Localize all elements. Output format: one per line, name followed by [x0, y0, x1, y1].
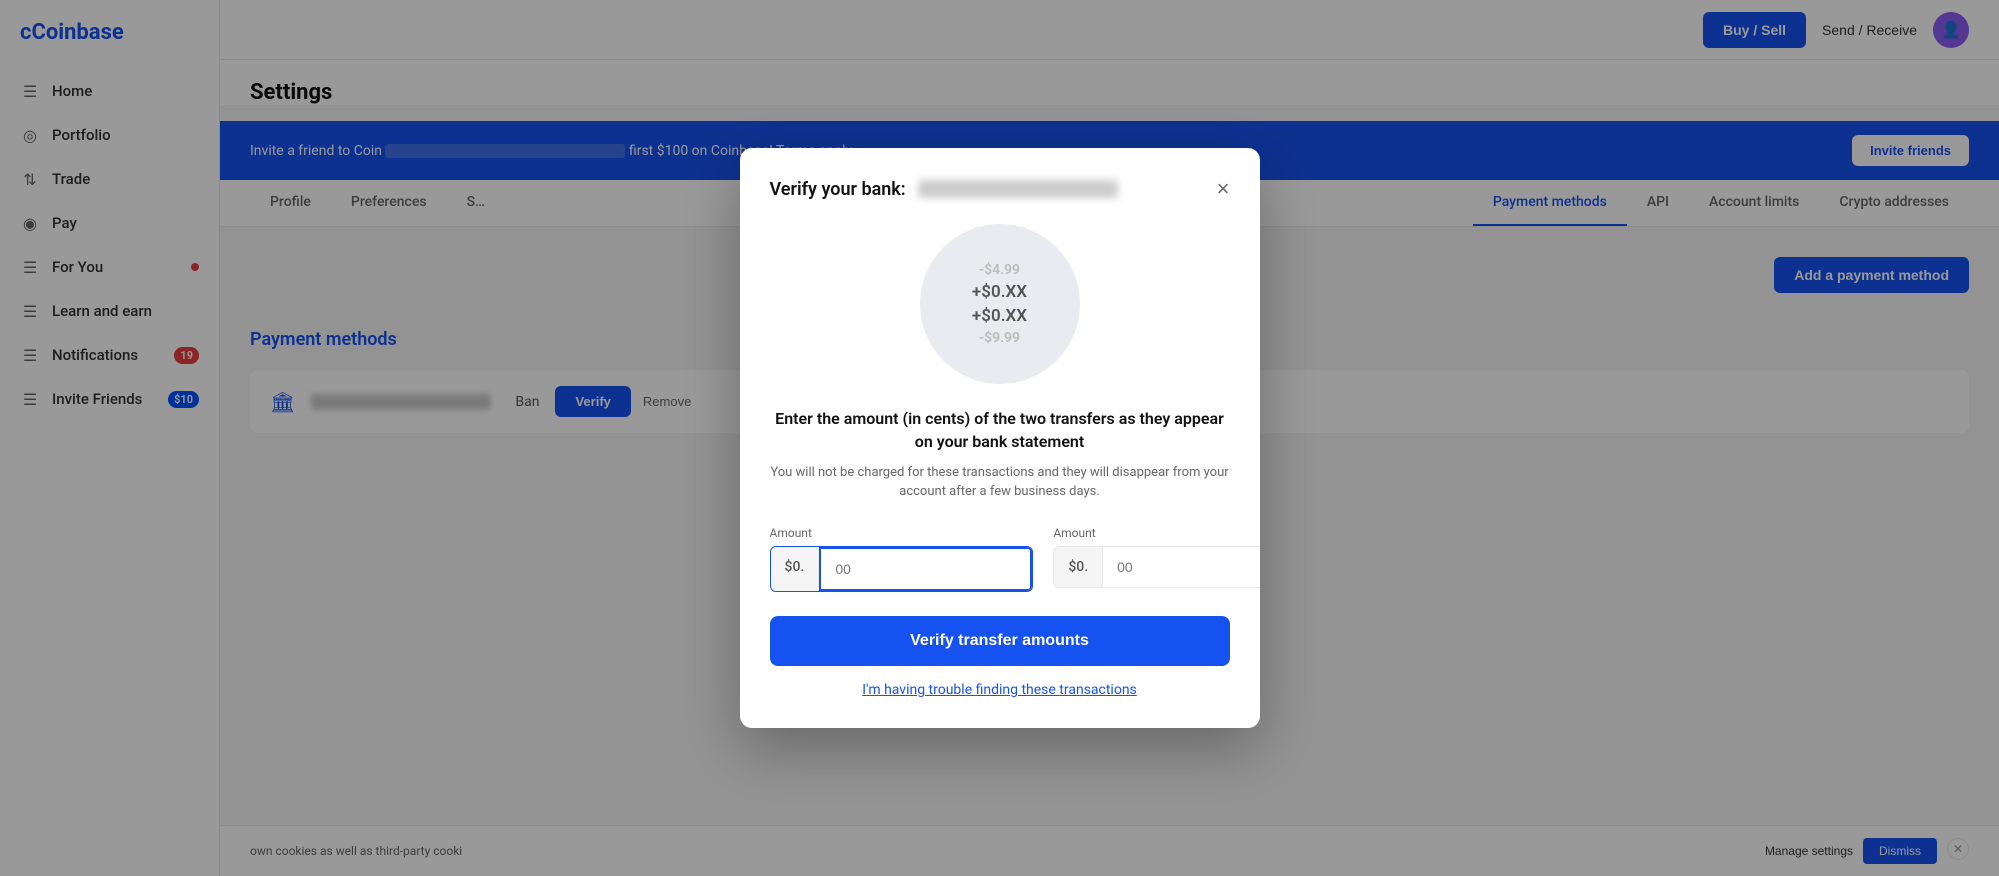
transfer-amount-1: -$4.99 — [979, 262, 1020, 278]
transfer-amount-4: -$9.99 — [979, 330, 1020, 346]
trouble-link[interactable]: I'm having trouble finding these transac… — [770, 682, 1230, 698]
verify-bank-modal: Verify your bank: × -$4.99 +$0.XX +$0.XX… — [740, 148, 1260, 728]
modal-title-text: Verify your bank: — [770, 179, 906, 200]
amount-label-1: Amount — [770, 526, 1034, 540]
modal-title: Verify your bank: — [770, 179, 1118, 200]
amount-prefix-2: $0. — [1054, 547, 1103, 587]
modal-close-button[interactable]: × — [1217, 178, 1230, 200]
amounts-row: Amount $0. Amount $0. — [770, 526, 1230, 592]
transfer-amount-2: +$0.XX — [972, 282, 1027, 302]
amount-input-1[interactable] — [819, 547, 1032, 591]
amount-group-2: Amount $0. — [1053, 526, 1259, 592]
amount-input-row-2: $0. — [1053, 546, 1259, 588]
modal-header: Verify your bank: × — [770, 178, 1230, 200]
modal-bank-name — [918, 180, 1118, 198]
transfer-amount-3: +$0.XX — [972, 306, 1027, 326]
transfer-visual: -$4.99 +$0.XX +$0.XX -$9.99 — [770, 224, 1230, 384]
amount-label-2: Amount — [1053, 526, 1259, 540]
modal-description-main: Enter the amount (in cents) of the two t… — [770, 408, 1230, 453]
modal-description-sub: You will not be charged for these transa… — [770, 463, 1230, 502]
amount-prefix-1: $0. — [771, 547, 820, 591]
verify-transfer-button[interactable]: Verify transfer amounts — [770, 616, 1230, 666]
modal-overlay: Verify your bank: × -$4.99 +$0.XX +$0.XX… — [0, 0, 1999, 876]
amount-group-1: Amount $0. — [770, 526, 1034, 592]
amount-input-row-1: $0. — [770, 546, 1034, 592]
amount-input-2[interactable] — [1103, 547, 1259, 587]
transfer-circle: -$4.99 +$0.XX +$0.XX -$9.99 — [920, 224, 1080, 384]
